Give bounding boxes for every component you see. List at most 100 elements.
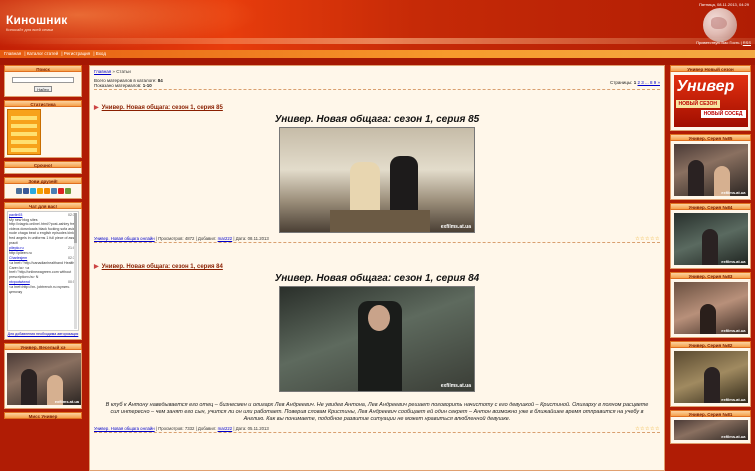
search-block: Найти <box>4 72 82 97</box>
breadcrumb-current: Статьи <box>116 69 131 74</box>
poster-title: Универ <box>676 78 735 95</box>
entry-category-link[interactable]: Универ. Новая общага онлайн <box>94 426 155 431</box>
header-date: Пятница, 08.11.2013, 04:29 <box>698 2 749 7</box>
friends-block-title: Зови друзей! <box>4 177 82 184</box>
urgent-block-title: Срочно! <box>4 161 82 168</box>
search-block-title: Поиск <box>4 65 82 72</box>
nav-links: Главная | Каталог статей | Регистрация |… <box>4 51 106 56</box>
series-title: Универ. Серия №83 <box>670 272 751 279</box>
friends-block <box>4 184 82 199</box>
pagination: Страницы: 1 2 3 ... 8 9 » <box>610 80 660 85</box>
chat-author-link[interactable]: Charlesjem <box>9 256 27 260</box>
series-thumbnail[interactable]: exfilms.at.ua <box>673 351 748 403</box>
entry-image[interactable]: exfilms.at.ua <box>279 286 475 392</box>
welcome-prefix: Приветствую Вас <box>696 40 729 45</box>
entry: ▶ Универ. Новая общага: сезон 1, серия 85… <box>94 104 660 243</box>
facebook-icon[interactable] <box>22 188 29 194</box>
series-block: exfilms.at.ua <box>670 279 751 338</box>
chat-messages[interactable]: 02:39 pavlin93 My new blog sites http://… <box>7 211 79 331</box>
site-header: Киношник Киносайт для всей семьи Пятница… <box>0 0 755 50</box>
breadcrumb: Главная » Статьи <box>94 69 131 74</box>
chat-block: 02:39 pavlin93 My new blog sites http://… <box>4 209 82 340</box>
series-block: exfilms.at.ua <box>670 141 751 200</box>
chat-message: 02:39 pavlin93 My new blog sites http://… <box>9 213 77 245</box>
nav-bar: Главная | Каталог статей | Регистрация |… <box>0 50 755 58</box>
fun-block-title: Универ. Веселый хэ <box>4 343 82 350</box>
rating-stars[interactable]: ☆☆☆☆☆ <box>635 236 660 242</box>
breadcrumb-home[interactable]: Главная <box>94 69 111 74</box>
chat-author-link[interactable]: ntvpodwiwnd <box>9 280 30 284</box>
nav-item-register[interactable]: Регистрация <box>64 51 90 56</box>
entry-title-link[interactable]: ▶ Универ. Новая общага: сезон 1, серия 85 <box>94 104 660 111</box>
chat-scrollbar[interactable] <box>74 213 77 329</box>
site-logo[interactable]: Киношник <box>6 13 68 27</box>
series-thumbnail[interactable]: exfilms.at.ua <box>673 282 748 334</box>
entry: ▶ Универ. Новая общага: сезон 1, серия 84… <box>94 263 660 433</box>
google-icon[interactable] <box>64 188 71 194</box>
entry-headline: Универ. Новая общага: сезон 1, серия 84 <box>274 273 480 284</box>
chat-message: 00:58 ntvpodwiwnd <a href=http://xn- job… <box>9 280 77 294</box>
rating-stars[interactable]: ☆☆☆☆☆ <box>635 426 660 432</box>
search-input[interactable] <box>12 77 74 83</box>
left-sidebar: Поиск Найти Статистика Срочно! Зови друз… <box>4 65 82 419</box>
stats-block-title: Статистика <box>4 100 82 107</box>
poster-badge-neighbor: НОВЫЙ СОСЕД <box>700 110 746 118</box>
yandex-icon[interactable] <box>57 188 64 194</box>
site-logo-subtitle: Киносайт для всей семьи <box>6 27 54 32</box>
stats-block <box>4 107 82 158</box>
header-divider <box>0 58 755 65</box>
new-season-poster[interactable]: Универ НОВЫЙ СЕЗОН НОВЫЙ СОСЕД <box>673 75 748 127</box>
welcome-user: Гость <box>729 40 740 45</box>
chat-block-title: Чат для вас! <box>4 202 82 209</box>
new-season-title: Универ Новый сезон <box>670 65 751 72</box>
entry-meta: Универ. Новая общага онлайн | Просмотров… <box>94 236 660 243</box>
series-block: exfilms.at.ua <box>670 417 751 444</box>
new-season-block: Универ НОВЫЙ СЕЗОН НОВЫЙ СОСЕД <box>670 72 751 131</box>
series-title: Универ. Серия №82 <box>670 341 751 348</box>
series-title: Универ. Серия №85 <box>670 134 751 141</box>
rss-link[interactable]: RSS <box>743 40 751 45</box>
search-button[interactable]: Найти <box>34 86 52 92</box>
page-links[interactable]: 2 3 ... 8 9 » <box>637 80 660 85</box>
mailru-icon[interactable] <box>36 188 43 194</box>
series-block: exfilms.at.ua <box>670 348 751 407</box>
fun-video-thumbnail[interactable]: exfilms.at.ua <box>7 353 81 405</box>
series-title: Универ. Серия №81 <box>670 410 751 417</box>
watermark: exfilms.at.ua <box>440 224 471 230</box>
entry-image[interactable]: exfilms.at.ua <box>279 127 475 233</box>
stats-counter-icon[interactable] <box>7 109 41 155</box>
right-sidebar: Универ Новый сезон Универ НОВЫЙ СЕЗОН НО… <box>670 65 751 447</box>
livejournal-icon[interactable] <box>50 188 57 194</box>
nav-item-home[interactable]: Главная <box>4 51 21 56</box>
entry-category-link[interactable]: Универ. Новая общага онлайн <box>94 236 155 241</box>
nav-item-catalog[interactable]: Каталог статей <box>27 51 58 56</box>
entry-author-link[interactable]: mar222 <box>218 236 233 241</box>
main-content: Главная » Статьи Всего материалов в ката… <box>89 65 665 471</box>
chat-message: 21:03 pileplo.ru http://pileen.ru <box>9 246 77 255</box>
social-icons <box>7 186 79 196</box>
series-thumbnail[interactable]: exfilms.at.ua <box>673 144 748 196</box>
nav-item-login[interactable]: Вход <box>96 51 106 56</box>
vk-icon[interactable] <box>15 188 22 194</box>
chat-login-hint[interactable]: Для добавления необходима авторизация <box>7 331 79 337</box>
header-stripe <box>0 38 755 44</box>
page-current: 1 <box>633 80 637 85</box>
globe-icon <box>703 8 737 42</box>
odnoklassniki-icon[interactable] <box>43 188 50 194</box>
watermark: exfilms.at.ua <box>54 399 79 404</box>
series-thumbnail[interactable]: exfilms.at.ua <box>673 420 748 440</box>
fun-block: exfilms.at.ua <box>4 350 82 409</box>
poster-badge-season: НОВЫЙ СЕЗОН <box>675 100 721 108</box>
twitter-icon[interactable] <box>29 188 36 194</box>
welcome-text: Приветствую Вас Гость | RSS <box>696 40 751 45</box>
series-thumbnail[interactable]: exfilms.at.ua <box>673 213 748 265</box>
chat-author-link[interactable]: pavlin93 <box>9 213 22 217</box>
series-title: Универ. Серия №84 <box>670 203 751 210</box>
entry-author-link[interactable]: mar222 <box>218 426 233 431</box>
entry-meta: Универ. Новая общага онлайн | Просмотров… <box>94 426 660 433</box>
chat-message: 02:30 Charlesjem <a href="http://canadia… <box>9 256 77 279</box>
chat-author-link[interactable]: pileplo.ru <box>9 246 24 250</box>
catalog-info: Всего материалов в каталоге: 84 Показано… <box>94 78 660 90</box>
series-block: exfilms.at.ua <box>670 210 751 269</box>
entry-title-link[interactable]: ▶ Универ. Новая общага: сезон 1, серия 84 <box>94 263 660 270</box>
